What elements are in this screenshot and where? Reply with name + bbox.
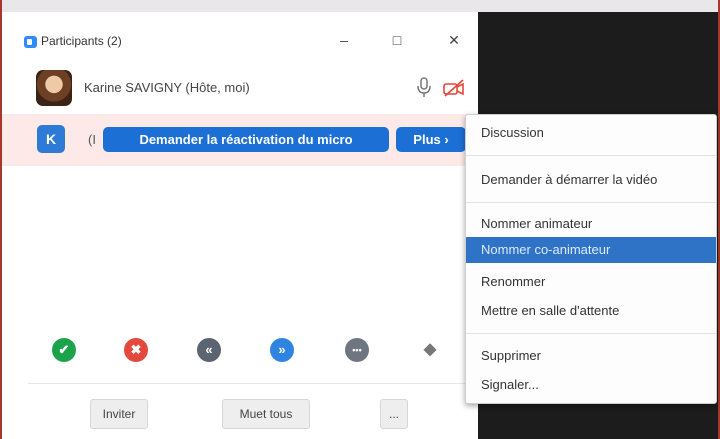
menu-divider [466, 155, 716, 156]
context-menu: Discussion Demander à démarrer la vidéo … [465, 114, 717, 404]
menu-item-report[interactable]: Signaler... [466, 372, 716, 398]
menu-item-waiting-room[interactable]: Mettre en salle d'attente [466, 298, 716, 324]
menu-item-rename[interactable]: Renommer [466, 269, 716, 295]
menu-divider [466, 333, 716, 334]
menu-item-ask-video[interactable]: Demander à démarrer la vidéo [466, 167, 716, 193]
menu-item-remove[interactable]: Supprimer [466, 343, 716, 369]
menu-item-make-cohost[interactable]: Nommer co-animateur [466, 237, 716, 263]
menu-item-make-host[interactable]: Nommer animateur [466, 211, 716, 237]
menu-divider [466, 202, 716, 203]
menu-item-discussion[interactable]: Discussion [466, 120, 716, 146]
